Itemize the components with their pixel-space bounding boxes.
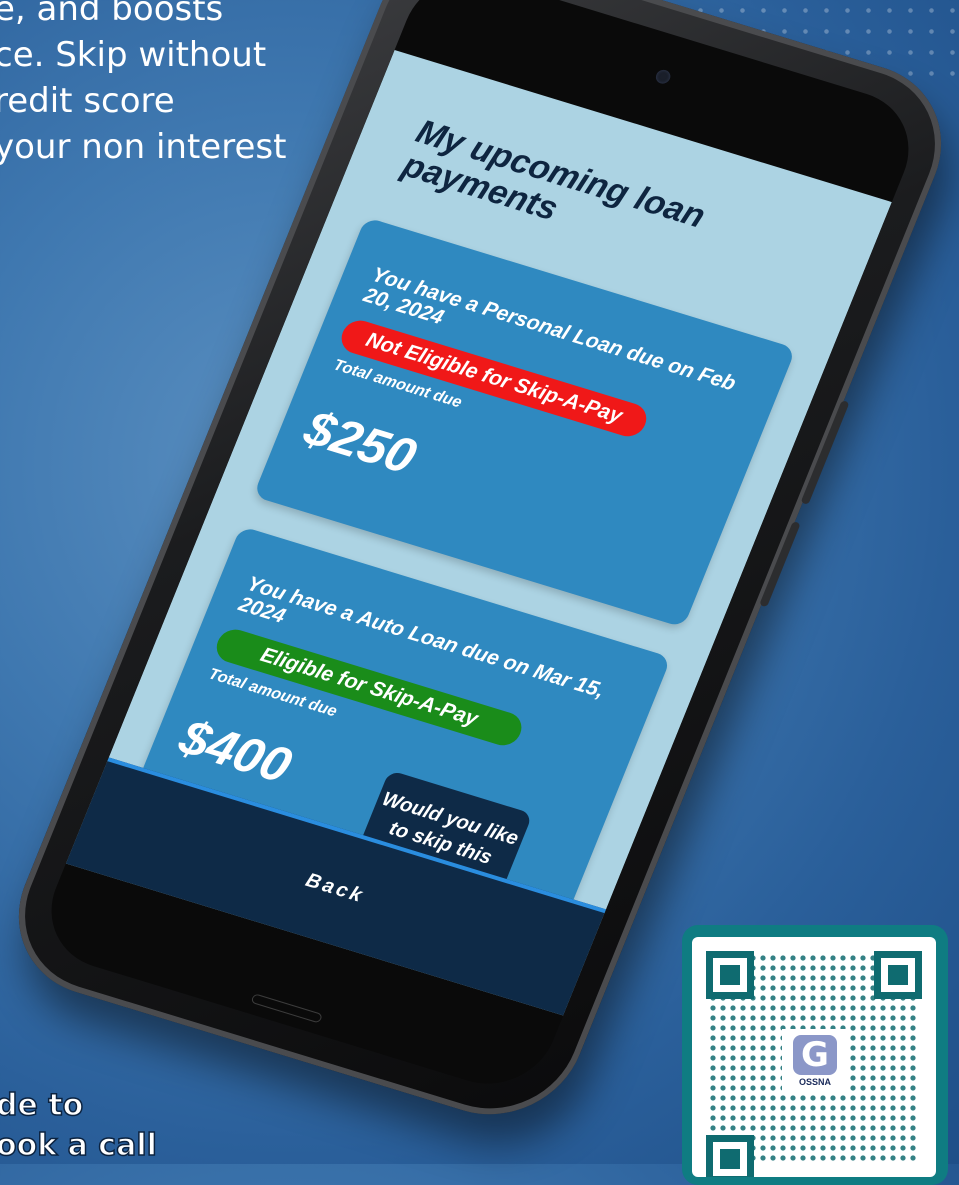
camera-icon [653,68,673,86]
qr-finder-top-right [874,951,922,999]
back-button-label: Back [302,868,369,907]
qr-code[interactable]: G OSSNA [692,937,936,1177]
ossna-logo-text: OSSNA [798,1077,831,1087]
qr-finder-top-left [706,951,754,999]
ossna-logo-icon: G [793,1035,837,1075]
ossna-logo: G OSSNA [782,1029,848,1093]
qr-code-card[interactable]: G OSSNA [682,925,948,1185]
amount-value: $250 [296,399,425,485]
cta-text: de to ook a call [0,1087,158,1164]
qr-finder-bottom-left [706,1135,754,1177]
